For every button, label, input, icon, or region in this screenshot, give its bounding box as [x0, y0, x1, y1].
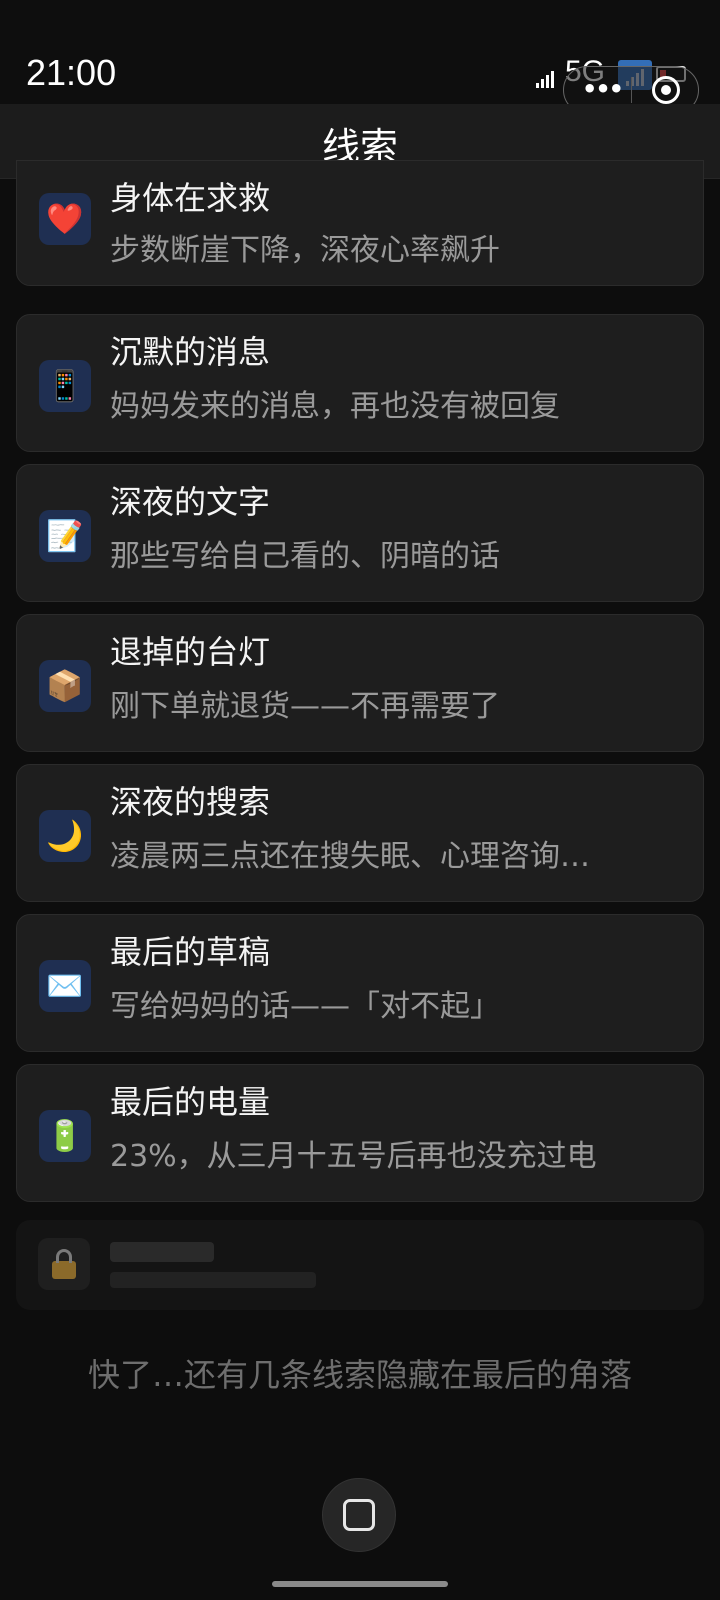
- status-time: 21:00: [26, 52, 117, 93]
- clue-card[interactable]: ✉️ 最后的草稿 写给妈妈的话——「对不起」: [16, 914, 704, 1052]
- clue-title: 深夜的搜索: [110, 783, 271, 821]
- clue-subtitle: 写给妈妈的话——「对不起」: [110, 989, 500, 1024]
- clue-subtitle: 步数断崖下降，深夜心率飙升: [110, 233, 500, 268]
- close-icon[interactable]: [652, 76, 680, 104]
- gesture-bar[interactable]: [272, 1581, 448, 1587]
- moon-icon: 🌙: [39, 810, 91, 862]
- signal-icon: [536, 68, 554, 88]
- lock-icon: [38, 1238, 90, 1290]
- locked-title-placeholder: [110, 1242, 214, 1262]
- clue-title: 最后的电量: [110, 1083, 271, 1121]
- locked-subtitle-placeholder: [110, 1272, 316, 1288]
- home-button[interactable]: [322, 1478, 396, 1552]
- more-icon[interactable]: •••: [582, 75, 624, 103]
- clue-subtitle: 妈妈发来的消息，再也没有被回复: [110, 389, 560, 424]
- clue-card[interactable]: 🔋 最后的电量 23%，从三月十五号后再也没充过电: [16, 1064, 704, 1202]
- locked-clue-card: [16, 1220, 704, 1310]
- clue-card[interactable]: ❤️ 身体在求救 步数断崖下降，深夜心率飙升: [16, 160, 704, 286]
- clue-card[interactable]: 📦 退掉的台灯 刚下单就退货——不再需要了: [16, 614, 704, 752]
- battery-icon: 🔋: [39, 1110, 91, 1162]
- package-icon: 📦: [39, 660, 91, 712]
- heart-icon: ❤️: [39, 193, 91, 245]
- phone-icon: 📱: [39, 360, 91, 412]
- clue-card[interactable]: 🌙 深夜的搜索 凌晨两三点还在搜失眠、心理咨询…: [16, 764, 704, 902]
- clue-title: 退掉的台灯: [110, 633, 271, 671]
- clue-subtitle: 凌晨两三点还在搜失眠、心理咨询…: [110, 839, 590, 874]
- footer-hint: 快了…还有几条线索隐藏在最后的角落: [87, 1356, 632, 1394]
- envelope-icon: ✉️: [39, 960, 91, 1012]
- clue-subtitle: 23%，从三月十五号后再也没充过电: [110, 1139, 597, 1174]
- square-icon: [343, 1499, 375, 1531]
- clue-subtitle: 刚下单就退货——不再需要了: [110, 689, 500, 724]
- capsule-divider: [631, 77, 632, 103]
- clue-card[interactable]: 📝 深夜的文字 那些写给自己看的、阴暗的话: [16, 464, 704, 602]
- clue-card[interactable]: 📱 沉默的消息 妈妈发来的消息，再也没有被回复: [16, 314, 704, 452]
- clue-title: 最后的草稿: [110, 933, 271, 971]
- clue-title: 身体在求救: [110, 179, 271, 217]
- clue-subtitle: 那些写给自己看的、阴暗的话: [110, 539, 500, 574]
- status-bar: 21:00 5G •••: [0, 0, 720, 114]
- memo-icon: 📝: [39, 510, 91, 562]
- clue-title: 沉默的消息: [110, 333, 271, 371]
- clue-title: 深夜的文字: [110, 483, 271, 521]
